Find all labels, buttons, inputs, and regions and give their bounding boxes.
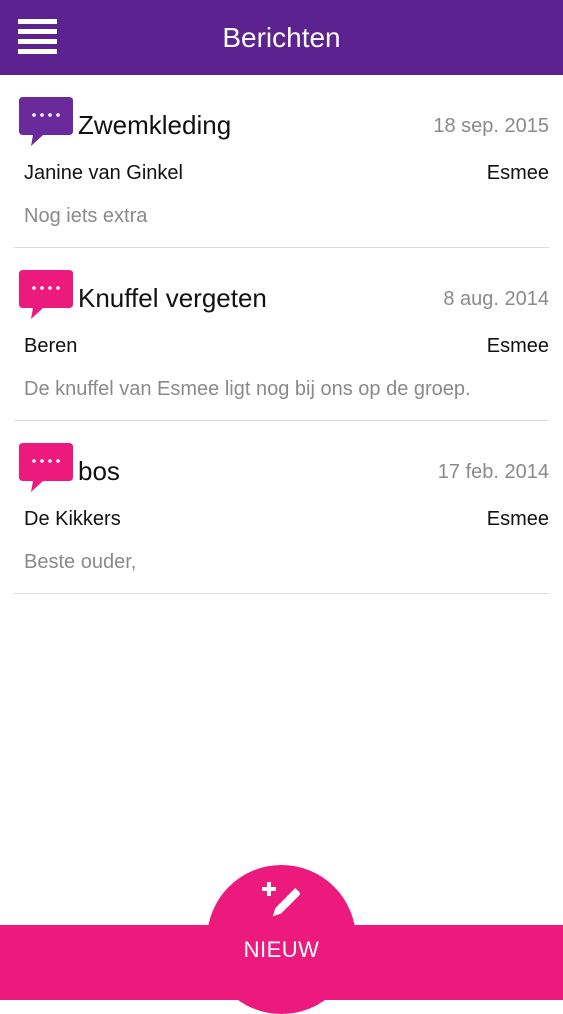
message-subject: bos [78, 456, 120, 486]
message-recipient: Esmee [486, 335, 549, 357]
message-date: 8 aug. 2014 [443, 288, 549, 310]
message-item[interactable]: Zwemkleding 18 sep. 2015 Janine van Gink… [14, 75, 549, 248]
message-sender: Beren [24, 335, 78, 357]
message-recipient: Esmee [486, 508, 549, 530]
top-navigation-bar: Berichten [0, 0, 563, 75]
message-preview: Nog iets extra [24, 205, 148, 227]
message-recipient: Esmee [486, 162, 549, 184]
speech-bubble-icon [19, 270, 73, 319]
new-message-label[interactable]: NIEUW [0, 937, 563, 963]
message-sender: De Kikkers [24, 508, 121, 530]
message-preview: De knuffel van Esmee ligt nog bij ons op… [24, 378, 471, 400]
speech-bubble-icon [19, 97, 73, 146]
message-item[interactable]: Knuffel vergeten 8 aug. 2014 Beren Esmee… [14, 248, 549, 421]
menu-icon[interactable] [18, 19, 57, 55]
page-title: Berichten [222, 22, 341, 53]
message-sender: Janine van Ginkel [24, 162, 183, 184]
message-preview: Beste ouder, [24, 551, 137, 573]
message-list: Zwemkleding 18 sep. 2015 Janine van Gink… [0, 75, 563, 594]
message-item[interactable]: bos 17 feb. 2014 De Kikkers Esmee Beste … [14, 421, 549, 594]
compose-icon[interactable] [260, 881, 300, 921]
speech-bubble-icon [19, 443, 73, 492]
message-date: 18 sep. 2015 [433, 115, 549, 137]
message-subject: Zwemkleding [78, 110, 232, 140]
message-date: 17 feb. 2014 [437, 461, 549, 483]
message-subject: Knuffel vergeten [78, 283, 267, 313]
